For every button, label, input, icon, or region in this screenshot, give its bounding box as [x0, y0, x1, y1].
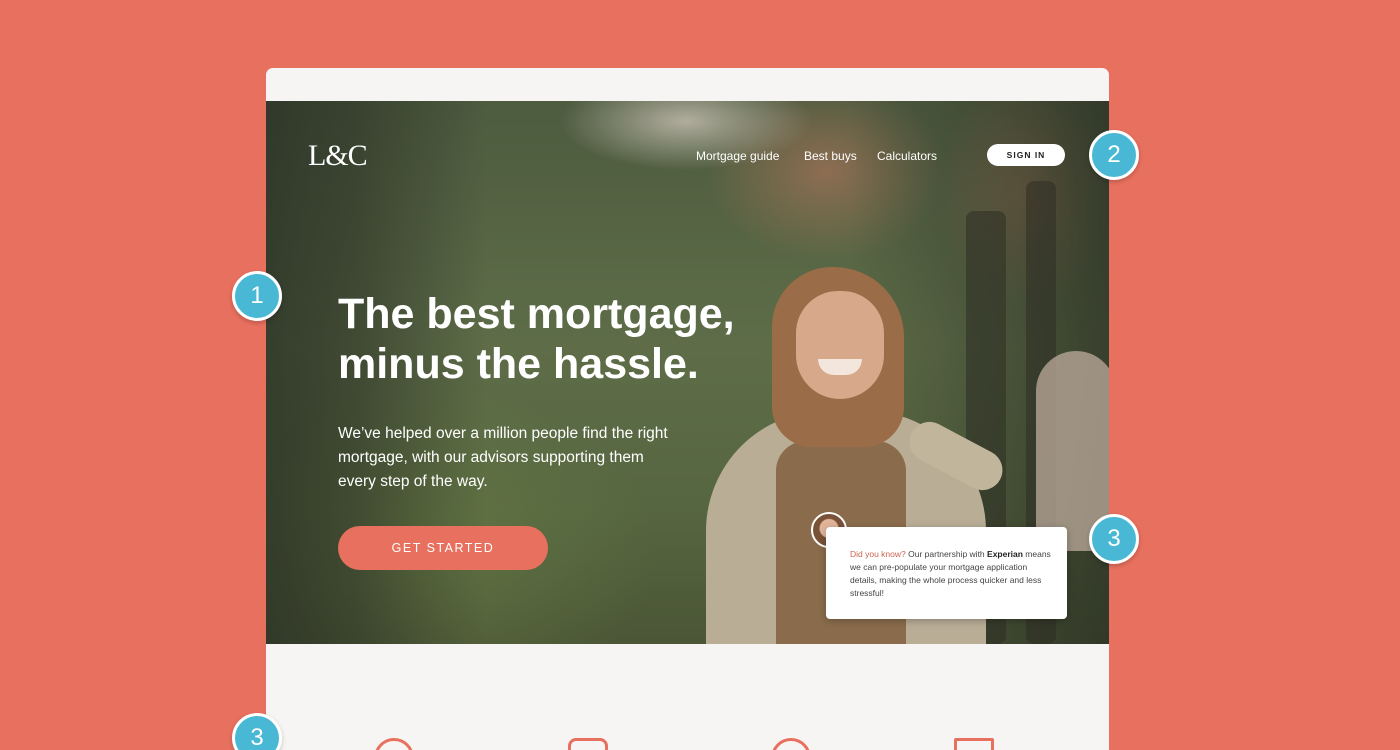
callout-badge-2: 2 [1089, 130, 1139, 180]
feature-icons-row [266, 728, 1109, 750]
hero-headline: The best mortgage, minus the hassle. [338, 289, 798, 389]
feature-icon [771, 738, 811, 750]
tip-brand: Experian [987, 549, 1023, 559]
headline-line-1: The best mortgage, [338, 290, 735, 338]
girl-face [796, 291, 884, 399]
feature-icon [954, 738, 994, 750]
feature-icon [374, 738, 414, 750]
get-started-button[interactable]: GET STARTED [338, 526, 548, 570]
nav-mortgage-guide[interactable]: Mortgage guide [696, 149, 779, 163]
callout-badge-3: 3 [1089, 514, 1139, 564]
nav-best-buys[interactable]: Best buys [804, 149, 857, 163]
feature-icon [568, 738, 608, 750]
tip-text-1: Our partnership with [905, 549, 988, 559]
top-nav: L&C Mortgage guide Best buys Calculators… [266, 101, 1109, 181]
callout-badge-1: 1 [232, 271, 282, 321]
sign-in-button[interactable]: SIGN IN [987, 144, 1065, 166]
tip-lead: Did you know? [850, 549, 906, 559]
lc-logo[interactable]: L&C [308, 139, 368, 173]
browser-window: The best mortgage, minus the hassle. We’… [266, 68, 1109, 750]
headline-line-2: minus the hassle. [338, 340, 699, 388]
did-you-know-card: Did you know? Our partnership with Exper… [826, 527, 1067, 619]
nav-calculators[interactable]: Calculators [877, 149, 937, 163]
hero-subcopy: We’ve helped over a million people find … [338, 425, 668, 490]
hero-image: The best mortgage, minus the hassle. We’… [266, 101, 1109, 644]
